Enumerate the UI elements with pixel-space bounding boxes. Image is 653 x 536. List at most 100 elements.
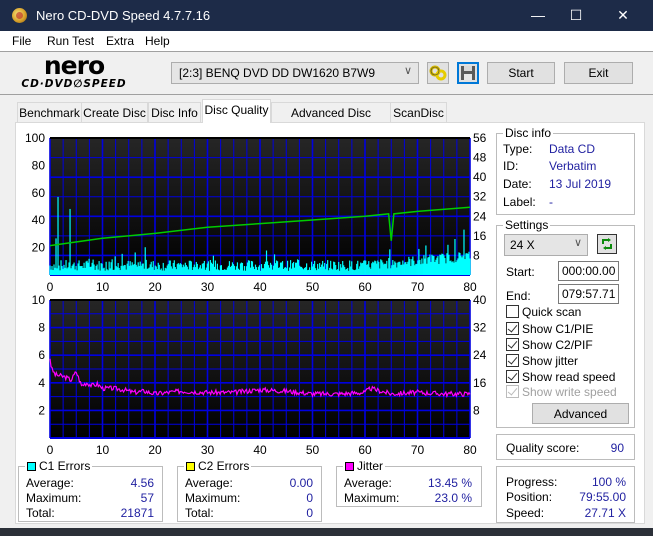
c2-maximum-value: 0 [306,491,313,505]
menu-help[interactable]: Help [145,34,170,48]
end-time-input[interactable]: 079:57.71 [558,284,619,304]
x-tick-label: 40 [253,443,267,455]
tab-disc-quality[interactable]: Disc Quality [202,99,271,123]
nero-app-icon [12,8,27,23]
x-tick-label: 60 [358,443,372,455]
disc-id-value: Verbatim [549,159,597,173]
show-c1-pie-checkbox[interactable]: Show C1/PIE [506,322,593,336]
y-right-tick-label: 16 [473,376,487,390]
c1-maximum-value: 57 [140,491,154,505]
exit-button[interactable]: Exit [564,62,633,84]
tab-benchmark[interactable]: Benchmark [17,102,82,122]
checkbox-label: Show write speed [522,385,617,399]
checkbox-box [506,305,519,318]
close-button[interactable]: ✕ [600,0,646,31]
x-tick-label: 0 [47,443,54,455]
y-right-tick-label: 40 [473,293,487,307]
tab-create-disc[interactable]: Create Disc [81,102,148,122]
chevron-down-icon: ∨ [573,237,582,249]
quality-score-value: 90 [610,441,624,455]
speed-select-value: 24 X [510,238,535,252]
c2-color-swatch [186,462,195,471]
checkbox-label: Show jitter [522,354,579,368]
c2-average-label: Average: [185,476,233,490]
advanced-button[interactable]: Advanced [532,403,629,424]
y-left-tick-label: 6 [38,348,45,362]
disc-date-label: Date: [503,177,532,191]
c1-average-label: Average: [26,476,74,490]
jitter-title: Jitter [343,459,386,473]
c1-errors-title-text: C1 Errors [39,459,91,473]
menu-bar: File Run Test Extra Help [0,31,653,51]
jitter-chart: 0 10 20 30 40 50 60 70 80246810816243240 [32,293,487,455]
c2-average-value: 0.00 [289,476,313,490]
disc-type-label: Type: [503,142,533,156]
checkbox-label: Show C1/PIE [522,322,594,336]
tab-advanced-disc-quality[interactable]: Advanced Disc Quality [271,102,391,134]
y-right-tick-label: 48 [473,151,487,165]
y-right-tick-label: 24 [473,348,487,362]
c1-average-value: 4.56 [130,476,154,490]
drive-select[interactable]: [2:3] BENQ DVD DD DW1620 B7W9 ∨ [171,62,419,84]
tab-scandisc[interactable]: ScanDisc [390,102,447,122]
disc-date-value: 13 Jul 2019 [549,177,612,191]
jitter-title-text: Jitter [357,459,384,473]
y-right-tick-label: 32 [473,321,487,335]
jitter-average-label: Average: [344,476,392,490]
y-left-tick-label: 40 [32,213,46,227]
c1-color-swatch [27,462,36,471]
speed-select[interactable]: 24 X ∨ [504,234,588,256]
y-left-tick-label: 20 [32,241,46,255]
disc-label-label: Label: [503,195,536,209]
progress-label: Progress: [506,475,558,489]
checkbox-box [506,385,519,398]
x-tick-label: 50 [306,443,320,455]
position-value: 79:55.00 [579,490,626,504]
x-tick-label: 20 [148,443,162,455]
y-right-tick-label: 56 [473,131,487,145]
start-button[interactable]: Start [487,62,555,84]
x-tick-label: 80 [463,443,477,455]
quick-scan-checkbox[interactable]: Quick scan [506,305,581,319]
y-left-tick-label: 80 [32,158,46,172]
show-jitter-checkbox[interactable]: Show jitter [506,354,578,368]
end-label: End: [506,289,531,303]
show-c2-pif-checkbox[interactable]: Show C2/PIF [506,338,593,352]
c1-maximum-label: Maximum: [26,491,82,505]
progress-value: 100 % [591,475,626,489]
y-left-tick-label: 100 [25,131,45,145]
refresh-icon [602,238,612,250]
logo-cdspeed-text: CD·DVD∅SPEED [21,78,127,90]
checkbox-box [506,370,519,383]
disc-id-label: ID: [503,159,519,173]
tab-disc-info[interactable]: Disc Info [148,102,201,122]
drive-config-button[interactable] [427,62,449,84]
refresh-speed-button[interactable] [597,234,617,254]
c1-read-speed-chart: 0 10 20 30 40 50 60 70 8020406080100816243240485… [25,131,487,294]
checkbox-label: Show read speed [522,370,616,384]
x-tick-label: 30 [201,443,215,455]
toolbar: nero CD·DVD∅SPEED [2:3] BENQ DVD DD DW16… [0,51,653,95]
menu-extra[interactable]: Extra [106,34,134,48]
settings-title: Settings [503,218,551,232]
jitter-average-value: 13.45 % [427,476,472,490]
c2-total-value: 0 [306,506,313,520]
maximize-button[interactable]: ☐ [553,0,599,31]
nero-logo: nero CD·DVD∅SPEED [14,51,134,94]
floppy-disk-icon [461,66,475,80]
c1-total-label: Total: [26,506,55,520]
y-left-tick-label: 2 [38,403,45,417]
checkbox-label: Show C2/PIF [522,338,593,352]
menu-run-test[interactable]: Run Test [47,34,94,48]
c1-errors-title: C1 Errors [25,459,93,473]
checkbox-box [506,338,519,351]
save-button[interactable] [457,62,479,84]
disc-info-title: Disc info [503,126,554,140]
start-time-input[interactable]: 000:00.00 [558,261,619,281]
y-right-tick-label: 24 [473,209,487,223]
menu-file[interactable]: File [12,34,31,48]
logo-nero-text: nero [43,51,105,80]
show-read-speed-checkbox[interactable]: Show read speed [506,370,615,384]
c2-maximum-label: Maximum: [185,491,241,505]
c1-total-value: 21871 [120,506,154,520]
